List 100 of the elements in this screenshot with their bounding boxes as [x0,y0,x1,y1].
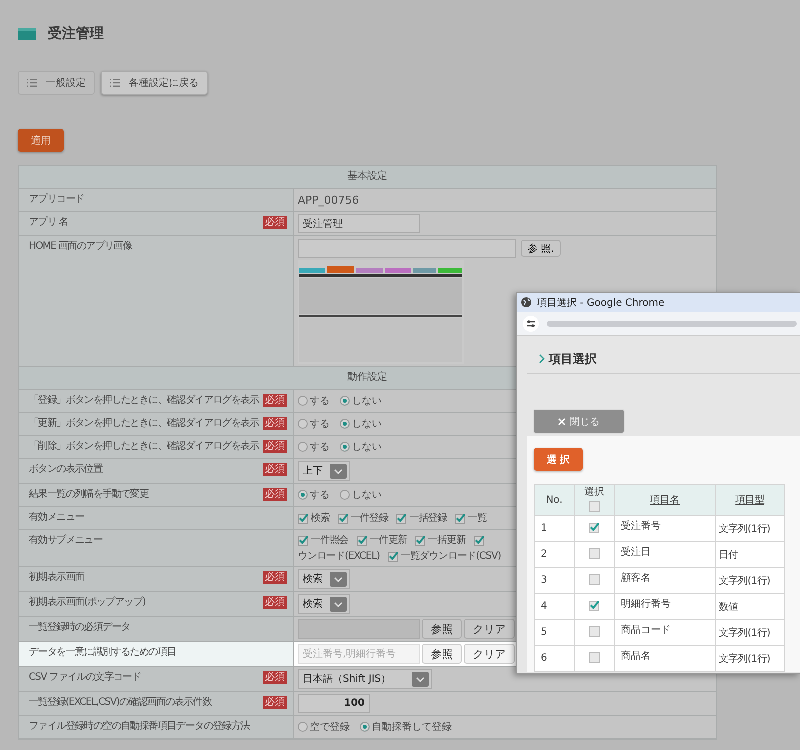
radio-option[interactable]: しない [340,440,382,454]
field-label: ボタンの表示位置 [29,463,103,477]
field-label: 初期表示画面 [29,571,84,585]
radio-option[interactable]: しない [340,394,382,408]
checkbox[interactable] [298,534,309,546]
checkbox[interactable] [396,512,408,524]
item-name: 受注番号 [621,521,661,532]
row-number: 4 [541,601,548,612]
checkbox[interactable] [415,534,426,546]
radio-option[interactable]: しない [340,417,382,431]
item-type: 文字列(1行) [719,524,770,534]
radio-option[interactable]: する [298,440,330,454]
list-icon [110,79,120,87]
field-label: アプリコード [29,193,84,207]
item-type: 文字列(1行) [719,576,770,586]
ref-button[interactable]: 参照 [422,619,462,639]
required-badge: 必須 [263,571,287,584]
radio-option[interactable]: 自動採番して登録 [360,720,452,734]
checkbox[interactable] [455,512,466,524]
item-name: 顧客名 [621,573,651,584]
dropdown[interactable]: 検索 [298,569,350,589]
field-label: CSV ファイルの文字コード [29,671,142,685]
radio-option[interactable]: する [298,394,330,408]
site-settings-icon [523,316,539,332]
page-title: 受注管理 [48,25,104,43]
field-label: 初期表示画面(ポップアップ) [29,596,146,610]
ref-button[interactable]: クリア [464,644,515,664]
apply-button[interactable]: 適用 [18,129,64,152]
field-label: 「削除」ボタンを押したときに、確認ダイアログを表示 [29,440,260,454]
checkbox[interactable] [589,600,600,610]
item-type: 文字列(1行) [719,628,770,638]
select-all-checkbox[interactable] [589,501,600,512]
checkbox[interactable] [589,522,600,532]
file-field[interactable] [298,239,516,258]
browse-button[interactable]: 参 照. [521,240,562,257]
dropdown[interactable]: 上下 [298,461,350,481]
number-field[interactable]: 100 [298,694,370,713]
field-label: 有効メニュー [29,511,84,525]
nav-button[interactable]: 各種設定に戻る [101,71,208,95]
checkbox[interactable] [589,652,600,662]
row-number: 6 [541,653,548,664]
checkbox-option[interactable]: 一件登録 [338,511,388,525]
field-label: HOME 画面のアプリ画像 [29,240,132,254]
column-header: 選択 [584,487,604,498]
window-title: 項目選択 - Google Chrome [537,296,665,310]
globe-icon [521,297,532,308]
checkbox[interactable] [298,512,309,524]
checkbox-option[interactable]: 一括登録 [396,511,448,525]
field-label: 結果一覧の列幅を手動で変更 [29,488,149,502]
reference-field[interactable] [298,619,420,639]
row-number: 5 [541,627,548,638]
checkbox-option[interactable]: 一件照会 [298,533,349,547]
dropdown[interactable]: 検索 [298,594,350,614]
radio-option[interactable]: 空で登録 [298,720,350,734]
field-label: データを一意に識別するための項目 [29,646,176,660]
checkbox-option[interactable]: 一括更新 [415,533,466,547]
checkbox[interactable] [356,534,368,546]
checkbox[interactable] [589,548,600,558]
column-header-link[interactable]: 項目名 [650,495,680,506]
required-badge: 必須 [263,488,287,501]
checkbox[interactable] [589,574,600,584]
text-field[interactable]: 受注管理 [298,214,420,233]
close-button[interactable]: 閉じる [533,409,625,434]
row-number: 2 [541,549,548,560]
checkbox-option[interactable]: 一覧 [455,511,487,525]
nav-button[interactable]: 一般設定 [18,71,95,95]
radio-option[interactable]: する [298,417,330,431]
window-icon [18,28,36,40]
checkbox-option[interactable]: 一覧ダウンロード(CSV) [388,549,502,563]
dropdown[interactable]: 日本語（Shift JIS） [298,669,432,689]
required-badge: 必須 [263,696,287,709]
chevron-down-icon [330,596,347,612]
list-icon [27,79,37,87]
column-header-link[interactable]: 項目型 [736,495,764,506]
required-badge: 必須 [263,463,287,476]
ref-button[interactable]: クリア [464,619,515,639]
item-type: 日付 [719,550,738,560]
item-name: 商品名 [621,651,651,662]
radio-option[interactable]: する [298,488,330,502]
close-icon [558,418,566,426]
chevron-down-icon [412,672,429,686]
row-number: 1 [541,523,548,534]
required-badge: 必須 [263,417,287,430]
required-badge: 必須 [263,440,287,453]
field-label: 「更新」ボタンを押したときに、確認ダイアログを表示 [29,417,260,431]
ref-button[interactable]: 参照 [422,644,462,664]
column-header: No. [546,494,563,506]
radio-option[interactable]: しない [340,488,382,502]
option-text: ウンロード(EXCEL) [298,550,380,563]
select-button[interactable]: 選 択 [534,448,583,471]
field-value: APP_00756 [298,194,360,206]
checkbox-option[interactable]: 検索 [298,511,330,525]
item-name: 受注日 [621,547,651,558]
item-type: 数値 [719,602,738,612]
checkbox-option[interactable]: 一件更新 [356,533,408,547]
checkbox[interactable] [589,626,600,636]
checkbox[interactable] [388,550,399,562]
popup-heading: 項目選択 [549,350,597,368]
checkbox[interactable] [338,512,349,524]
checkbox[interactable] [474,534,485,546]
